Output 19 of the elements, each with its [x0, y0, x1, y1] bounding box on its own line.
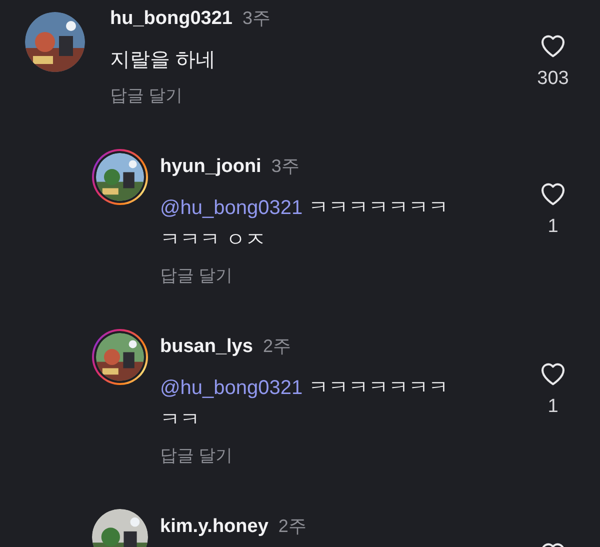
time-ago: 3주	[242, 7, 270, 30]
mention-link[interactable]: @hu_bong0321	[160, 377, 303, 399]
like-count: 1	[548, 395, 558, 419]
reply-button[interactable]: 답글 달기	[160, 264, 233, 288]
username[interactable]: hu_bong0321	[110, 6, 232, 32]
time-ago: 3주	[271, 155, 300, 178]
reply-button[interactable]: 답글 달기	[110, 84, 183, 108]
comment-text: 지랄을 하네	[110, 48, 217, 73]
like-count: 1	[548, 215, 558, 239]
like-count: 303	[537, 67, 569, 91]
reply-button[interactable]: 답글 달기	[160, 444, 233, 468]
time-ago: 2주	[278, 515, 306, 538]
time-ago: 2주	[262, 335, 291, 358]
username[interactable]: kim.y.honey	[160, 514, 268, 540]
comment-text: @hu_bong0321 ㅋㅋㅋㅋㅋㅋㅋ ㅋㅋ	[160, 376, 450, 433]
mention-link[interactable]: @hu_bong0321	[160, 197, 303, 219]
username[interactable]: hyun_jooni	[160, 154, 262, 180]
username[interactable]: busan_lys	[160, 334, 253, 360]
comment-text: @hu_bong0321 ㅋㅋㅋㅋㅋㅋㅋ ㅋㅋㅋ ㅇㅈ	[160, 196, 450, 253]
